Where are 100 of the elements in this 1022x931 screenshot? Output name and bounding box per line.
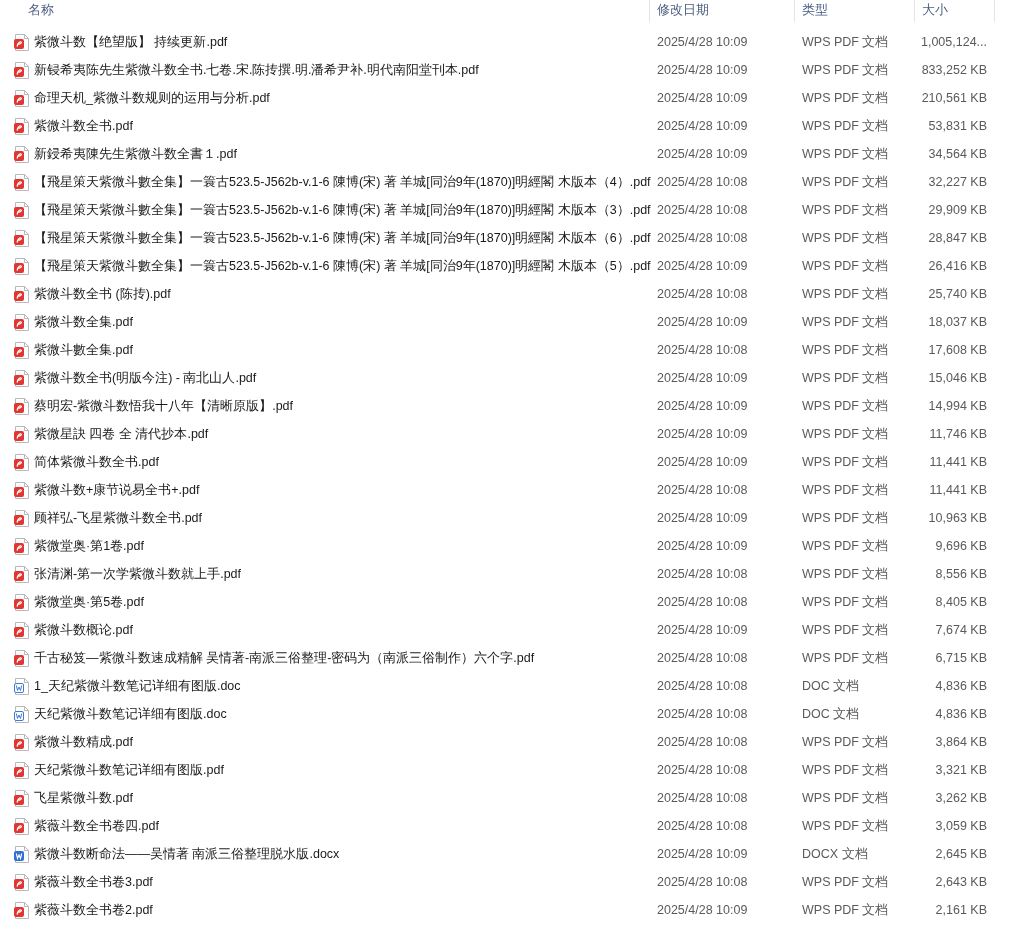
file-size: 18,037 KB — [928, 314, 987, 329]
file-name[interactable]: 紫微斗数【绝望版】 持续更新.pdf — [34, 32, 228, 52]
file-size: 8,556 KB — [935, 566, 987, 581]
file-size: 29,909 KB — [928, 202, 987, 217]
modified-date: 2025/4/28 10:08 — [657, 650, 748, 665]
file-type: WPS PDF 文档 — [802, 538, 889, 553]
modified-date: 2025/4/28 10:08 — [657, 342, 748, 357]
modified-date: 2025/4/28 10:08 — [657, 174, 748, 189]
column-header[interactable]: 名称 — [0, 0, 650, 22]
modified-date: 2025/4/28 10:08 — [657, 202, 748, 217]
file-size: 2,161 KB — [935, 902, 987, 917]
file-size: 15,046 KB — [928, 370, 987, 385]
modified-date: 2025/4/28 10:09 — [657, 370, 748, 385]
file-type: WPS PDF 文档 — [802, 370, 889, 385]
modified-date: 2025/4/28 10:08 — [657, 790, 748, 805]
file-size: 11,441 KB — [929, 454, 987, 469]
file-name[interactable]: 1_天纪紫微斗数笔记详细有图版.doc — [34, 676, 241, 696]
file-name[interactable]: 紫微斗数+康节说易全书+.pdf — [34, 480, 200, 500]
column-header[interactable]: 修改日期 — [650, 0, 795, 22]
file-name[interactable]: 蔡明宏-紫微斗数悟我十八年【清晰原版】.pdf — [34, 396, 293, 416]
file-name[interactable]: 命理天机_紫微斗数规则的运用与分析.pdf — [34, 88, 270, 108]
file-size: 14,994 KB — [928, 398, 987, 413]
file-type: WPS PDF 文档 — [802, 762, 889, 777]
file-size: 53,831 KB — [928, 118, 987, 133]
column-header[interactable]: 大小 — [915, 0, 995, 22]
modified-date: 2025/4/28 10:09 — [657, 118, 748, 133]
file-type: WPS PDF 文档 — [802, 230, 889, 245]
file-type: WPS PDF 文档 — [802, 314, 889, 329]
modified-date: 2025/4/28 10:08 — [657, 734, 748, 749]
column-header[interactable]: 类型 — [795, 0, 915, 22]
file-type: WPS PDF 文档 — [802, 118, 889, 133]
file-name[interactable]: 紫薇斗数全书卷四.pdf — [34, 816, 159, 836]
modified-date: 2025/4/28 10:09 — [657, 258, 748, 273]
file-name[interactable]: 顾祥弘-飞星紫微斗数全书.pdf — [34, 508, 202, 528]
modified-date: 2025/4/28 10:09 — [657, 34, 748, 49]
file-name[interactable]: 紫微斗数全书 (陈抟).pdf — [34, 284, 171, 304]
file-type: WPS PDF 文档 — [802, 482, 889, 497]
file-size: 3,262 KB — [935, 790, 987, 805]
file-size: 11,441 KB — [929, 482, 987, 497]
modified-date: 2025/4/28 10:08 — [657, 566, 748, 581]
file-type: WPS PDF 文档 — [802, 902, 889, 917]
file-name[interactable]: 新鋟希夷陳先生紫微斗数全書１.pdf — [34, 144, 237, 164]
file-type: WPS PDF 文档 — [802, 622, 889, 637]
file-name[interactable]: 紫微斗數全集.pdf — [34, 340, 133, 360]
file-type: WPS PDF 文档 — [802, 734, 889, 749]
file-name[interactable]: 紫微斗数全书(明版今注) - 南北山人.pdf — [34, 368, 257, 388]
file-type: WPS PDF 文档 — [802, 566, 889, 581]
file-size: 4,836 KB — [935, 706, 987, 721]
file-name[interactable]: 【飛星策天紫微斗數全集】一簑古523.5-J562b-v.1-6 陳博(宋) 著 羊城[同治9年(1870)]明經閣 木版本（3）.pdf — [34, 200, 651, 220]
file-name[interactable]: 紫微星訣 四卷 全 清代抄本.pdf — [34, 424, 209, 444]
file-size: 2,643 KB — [935, 874, 987, 889]
file-name[interactable]: 紫微堂奥·第5卷.pdf — [34, 592, 144, 612]
file-type: DOC 文档 — [802, 678, 860, 693]
file-size: 2,645 KB — [935, 846, 987, 861]
file-name[interactable]: 简体紫微斗数全书.pdf — [34, 452, 159, 472]
modified-date: 2025/4/28 10:08 — [657, 594, 748, 609]
modified-date: 2025/4/28 10:08 — [657, 678, 748, 693]
file-name[interactable]: 飞星紫微斗数.pdf — [34, 788, 133, 808]
file-type: WPS PDF 文档 — [802, 650, 889, 665]
file-type: WPS PDF 文档 — [802, 790, 889, 805]
file-name[interactable]: 紫微斗数断命法——吴情著 南派三俗整理脱水版.docx — [34, 844, 340, 864]
file-name[interactable]: 【飛星策天紫微斗數全集】一簑古523.5-J562b-v.1-6 陳博(宋) 著 羊城[同治9年(1870)]明經閣 木版本（6）.pdf — [34, 228, 651, 248]
file-type: WPS PDF 文档 — [802, 90, 889, 105]
file-name[interactable]: 紫薇斗数全书卷2.pdf — [34, 900, 153, 920]
file-size: 3,059 KB — [935, 818, 987, 833]
file-size: 210,561 KB — [921, 90, 987, 105]
modified-date: 2025/4/28 10:09 — [657, 62, 748, 77]
file-type: WPS PDF 文档 — [802, 342, 889, 357]
modified-date: 2025/4/28 10:08 — [657, 482, 748, 497]
modified-date: 2025/4/28 10:09 — [657, 902, 748, 917]
file-name[interactable]: 新锓希夷陈先生紫微斗数全书.七卷.宋.陈抟撰.明.潘希尹补.明代南阳堂刊本.pdf — [34, 60, 479, 80]
file-size: 7,674 KB — [935, 622, 987, 637]
modified-date: 2025/4/28 10:09 — [657, 90, 748, 105]
file-type: WPS PDF 文档 — [802, 62, 889, 77]
file-name[interactable]: 紫薇斗数全书卷3.pdf — [34, 872, 153, 892]
file-name[interactable]: 紫微斗数概论.pdf — [34, 620, 133, 640]
file-type: WPS PDF 文档 — [802, 594, 889, 609]
file-size: 3,321 KB — [935, 762, 987, 777]
file-size: 9,696 KB — [935, 538, 987, 553]
file-name[interactable]: 紫微斗数精成.pdf — [34, 732, 133, 752]
file-name[interactable]: 天纪紫微斗数笔记详细有图版.pdf — [34, 760, 224, 780]
file-name[interactable]: 千古秘笈—紫微斗数速成精解 吴情著-南派三俗整理-密码为（南派三俗制作）六个字.pdf — [34, 648, 535, 668]
file-size: 17,608 KB — [928, 342, 987, 357]
file-type: WPS PDF 文档 — [802, 874, 889, 889]
modified-date: 2025/4/28 10:09 — [657, 510, 748, 525]
file-size: 26,416 KB — [928, 258, 987, 273]
file-type: WPS PDF 文档 — [802, 258, 889, 273]
file-name[interactable]: 【飛星策天紫微斗數全集】一簑古523.5-J562b-v.1-6 陳博(宋) 著 羊城[同治9年(1870)]明經閣 木版本（4）.pdf — [34, 172, 651, 192]
modified-date: 2025/4/28 10:08 — [657, 230, 748, 245]
file-type: WPS PDF 文档 — [802, 34, 889, 49]
file-name[interactable]: 张清渊-第一次学紫微斗数就上手.pdf — [34, 564, 241, 584]
file-type: WPS PDF 文档 — [802, 818, 889, 833]
file-name[interactable]: 天纪紫微斗数笔记详细有图版.doc — [34, 704, 227, 724]
file-size: 3,864 KB — [935, 734, 987, 749]
file-name[interactable]: 【飛星策天紫微斗數全集】一簑古523.5-J562b-v.1-6 陳博(宋) 著 羊城[同治9年(1870)]明經閣 木版本（5）.pdf — [34, 256, 651, 276]
modified-date: 2025/4/28 10:08 — [657, 706, 748, 721]
file-name[interactable]: 紫微堂奥·第1卷.pdf — [34, 536, 144, 556]
file-name[interactable]: 紫微斗数全集.pdf — [34, 312, 133, 332]
file-size: 833,252 KB — [921, 62, 987, 77]
file-name[interactable]: 紫微斗数全书.pdf — [34, 116, 133, 136]
